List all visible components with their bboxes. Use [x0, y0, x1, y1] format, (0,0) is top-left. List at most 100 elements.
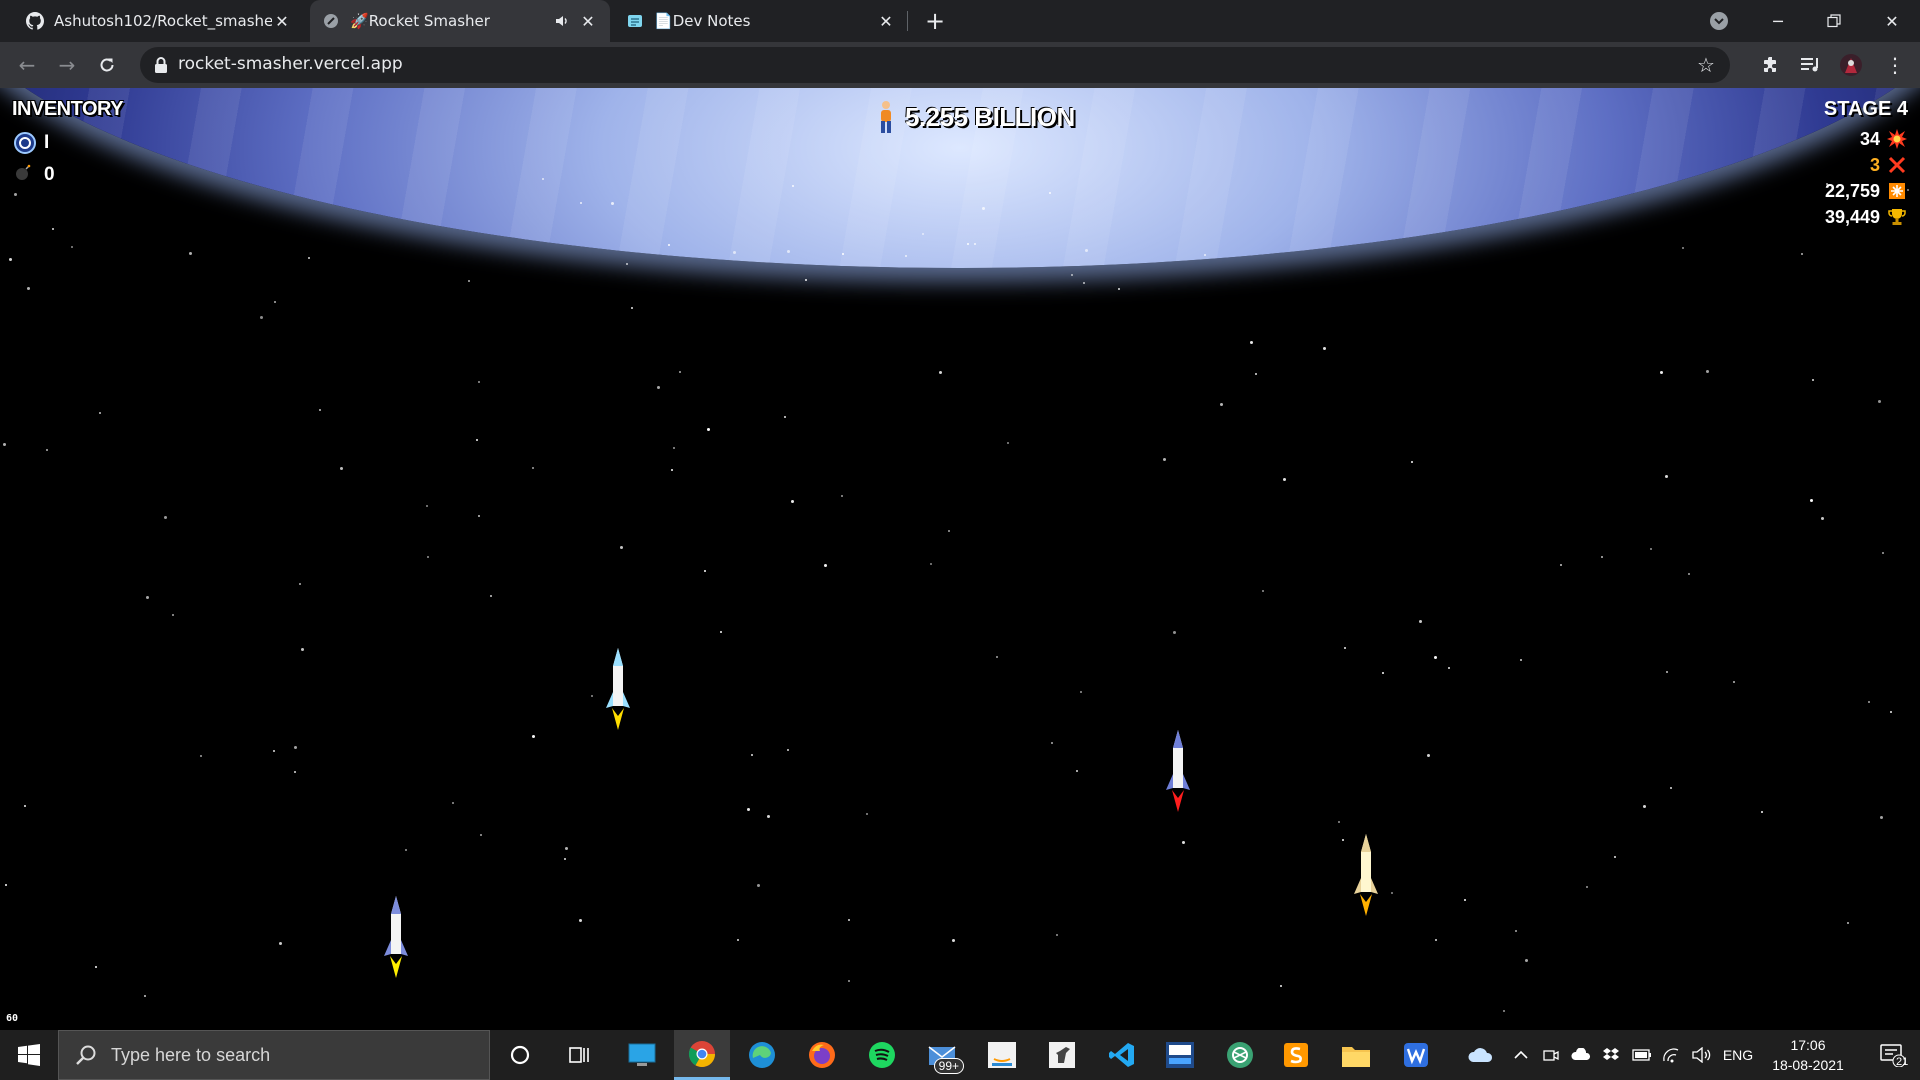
game-canvas[interactable]: INVENTORY I 0 5.255 BILLION STAGE 4 34 3… — [0, 88, 1920, 1030]
star-dot — [532, 735, 535, 738]
desktop-app-icon[interactable] — [614, 1030, 670, 1080]
wifi-icon[interactable] — [1658, 1030, 1686, 1080]
star-dot — [146, 596, 149, 599]
star-dot — [1688, 573, 1690, 575]
close-icon[interactable]: ✕ — [876, 11, 896, 31]
star-dot — [1614, 856, 1616, 858]
taskbar: Type here to search 99+ ENG 17:06 18-08-… — [0, 1030, 1920, 1080]
star-dot — [948, 530, 950, 532]
lock-icon[interactable] — [154, 56, 170, 74]
star-dot — [427, 556, 429, 558]
wps-icon[interactable] — [1388, 1030, 1444, 1080]
rocket-enemy[interactable] — [1348, 832, 1384, 922]
star-dot — [905, 255, 907, 257]
star-dot — [565, 847, 568, 850]
star-dot — [1503, 1010, 1505, 1012]
menu-kebab-icon[interactable]: ⋮ — [1880, 50, 1910, 80]
reload-icon[interactable] — [92, 50, 122, 80]
minimize-icon[interactable]: ─ — [1750, 0, 1806, 42]
restore-icon[interactable] — [1806, 0, 1862, 42]
edge-icon[interactable] — [734, 1030, 790, 1080]
star-dot — [1056, 934, 1058, 936]
star-dot — [71, 246, 73, 248]
inventory-shield[interactable]: I — [14, 132, 49, 154]
star-dot — [273, 750, 275, 752]
star-dot — [792, 185, 794, 187]
close-icon[interactable]: ✕ — [578, 11, 598, 31]
star-dot — [1071, 274, 1073, 276]
onedrive-icon[interactable] — [1460, 1030, 1500, 1080]
clock[interactable]: 17:06 18-08-2021 — [1764, 1035, 1852, 1075]
browser-toolbar: ← → rocket-smasher.vercel.app ☆ ⋮ — [0, 42, 1920, 88]
back-icon[interactable]: ← — [12, 50, 42, 80]
language-indicator[interactable]: ENG — [1718, 1030, 1758, 1080]
star-dot — [99, 412, 101, 414]
windows-start-button[interactable] — [0, 1030, 58, 1080]
star-dot — [1083, 282, 1085, 284]
tab-github[interactable]: Ashutosh102/Rocket_smasher: A ✕ — [14, 0, 304, 42]
meet-now-icon[interactable] — [1538, 1030, 1564, 1080]
star-dot — [787, 749, 789, 751]
star-dot — [1650, 548, 1652, 550]
star-dot — [939, 371, 942, 374]
address-bar[interactable]: rocket-smasher.vercel.app ☆ — [140, 47, 1730, 83]
taskbar-search[interactable]: Type here to search — [58, 1030, 490, 1080]
trophy-icon — [1886, 206, 1908, 228]
star-dot — [611, 202, 614, 205]
person-icon — [875, 100, 899, 134]
firefox-icon[interactable] — [794, 1030, 850, 1080]
star-dot — [1173, 631, 1176, 634]
chrome-icon[interactable] — [674, 1030, 730, 1080]
kills-value: 34 — [1859, 128, 1880, 149]
star-dot — [679, 371, 681, 373]
star-dot — [1515, 930, 1517, 932]
file-explorer-icon[interactable] — [1328, 1030, 1384, 1080]
forward-icon[interactable]: → — [52, 50, 82, 80]
new-tab-button[interactable]: + — [922, 7, 948, 35]
cortana-icon[interactable] — [492, 1030, 548, 1080]
star-dot — [14, 193, 17, 196]
spotify-icon[interactable] — [854, 1030, 910, 1080]
inventory-bomb[interactable]: 0 — [14, 164, 55, 186]
profile-avatar[interactable] — [1836, 50, 1866, 80]
cloud-tray-icon[interactable] — [1568, 1030, 1594, 1080]
explosion-icon — [1886, 128, 1908, 150]
rocket-enemy[interactable] — [1160, 728, 1196, 818]
star-dot — [580, 202, 582, 204]
close-icon[interactable]: ✕ — [272, 11, 292, 31]
tab-search-icon[interactable] — [1708, 10, 1730, 32]
vscode-icon[interactable] — [1094, 1030, 1150, 1080]
media-control-icon[interactable] — [1796, 50, 1826, 80]
battery-icon[interactable] — [1628, 1030, 1656, 1080]
task-view-icon[interactable] — [552, 1030, 608, 1080]
speaker-icon[interactable] — [552, 11, 572, 31]
star-dot — [1323, 347, 1326, 350]
shield-count: I — [44, 132, 50, 153]
url-text[interactable]: rocket-smasher.vercel.app — [178, 54, 403, 74]
tray-chevron-icon[interactable] — [1508, 1030, 1534, 1080]
star-dot — [260, 316, 263, 319]
star-dot — [1118, 288, 1120, 290]
close-window-icon[interactable]: ✕ — [1864, 0, 1920, 42]
star-dot — [747, 808, 750, 811]
amazon-icon[interactable] — [974, 1030, 1030, 1080]
volume-icon[interactable] — [1688, 1030, 1716, 1080]
dino-game-icon[interactable] — [1034, 1030, 1090, 1080]
notification-center-icon[interactable]: 21 — [1866, 1030, 1920, 1080]
mail-icon[interactable]: 99+ — [914, 1030, 970, 1080]
bookmark-star-icon[interactable]: ☆ — [1694, 53, 1718, 77]
star-dot — [591, 695, 593, 697]
dropbox-icon[interactable] — [1598, 1030, 1624, 1080]
chatgpt-like-icon[interactable] — [1212, 1030, 1268, 1080]
tab-rocket-smasher[interactable]: 🚀Rocket Smasher ✕ — [310, 0, 610, 42]
rocket-enemy[interactable] — [378, 894, 414, 984]
shield-icon — [14, 132, 36, 154]
sublime-icon[interactable] — [1268, 1030, 1324, 1080]
star-dot — [1821, 517, 1824, 520]
star-dot — [1204, 254, 1206, 256]
star-burst-icon — [1886, 180, 1908, 202]
tab-dev-notes[interactable]: 📄Dev Notes ✕ — [614, 0, 908, 42]
extensions-icon[interactable] — [1756, 50, 1786, 80]
dev-icon[interactable] — [1152, 1030, 1208, 1080]
rocket-enemy[interactable] — [600, 646, 636, 736]
